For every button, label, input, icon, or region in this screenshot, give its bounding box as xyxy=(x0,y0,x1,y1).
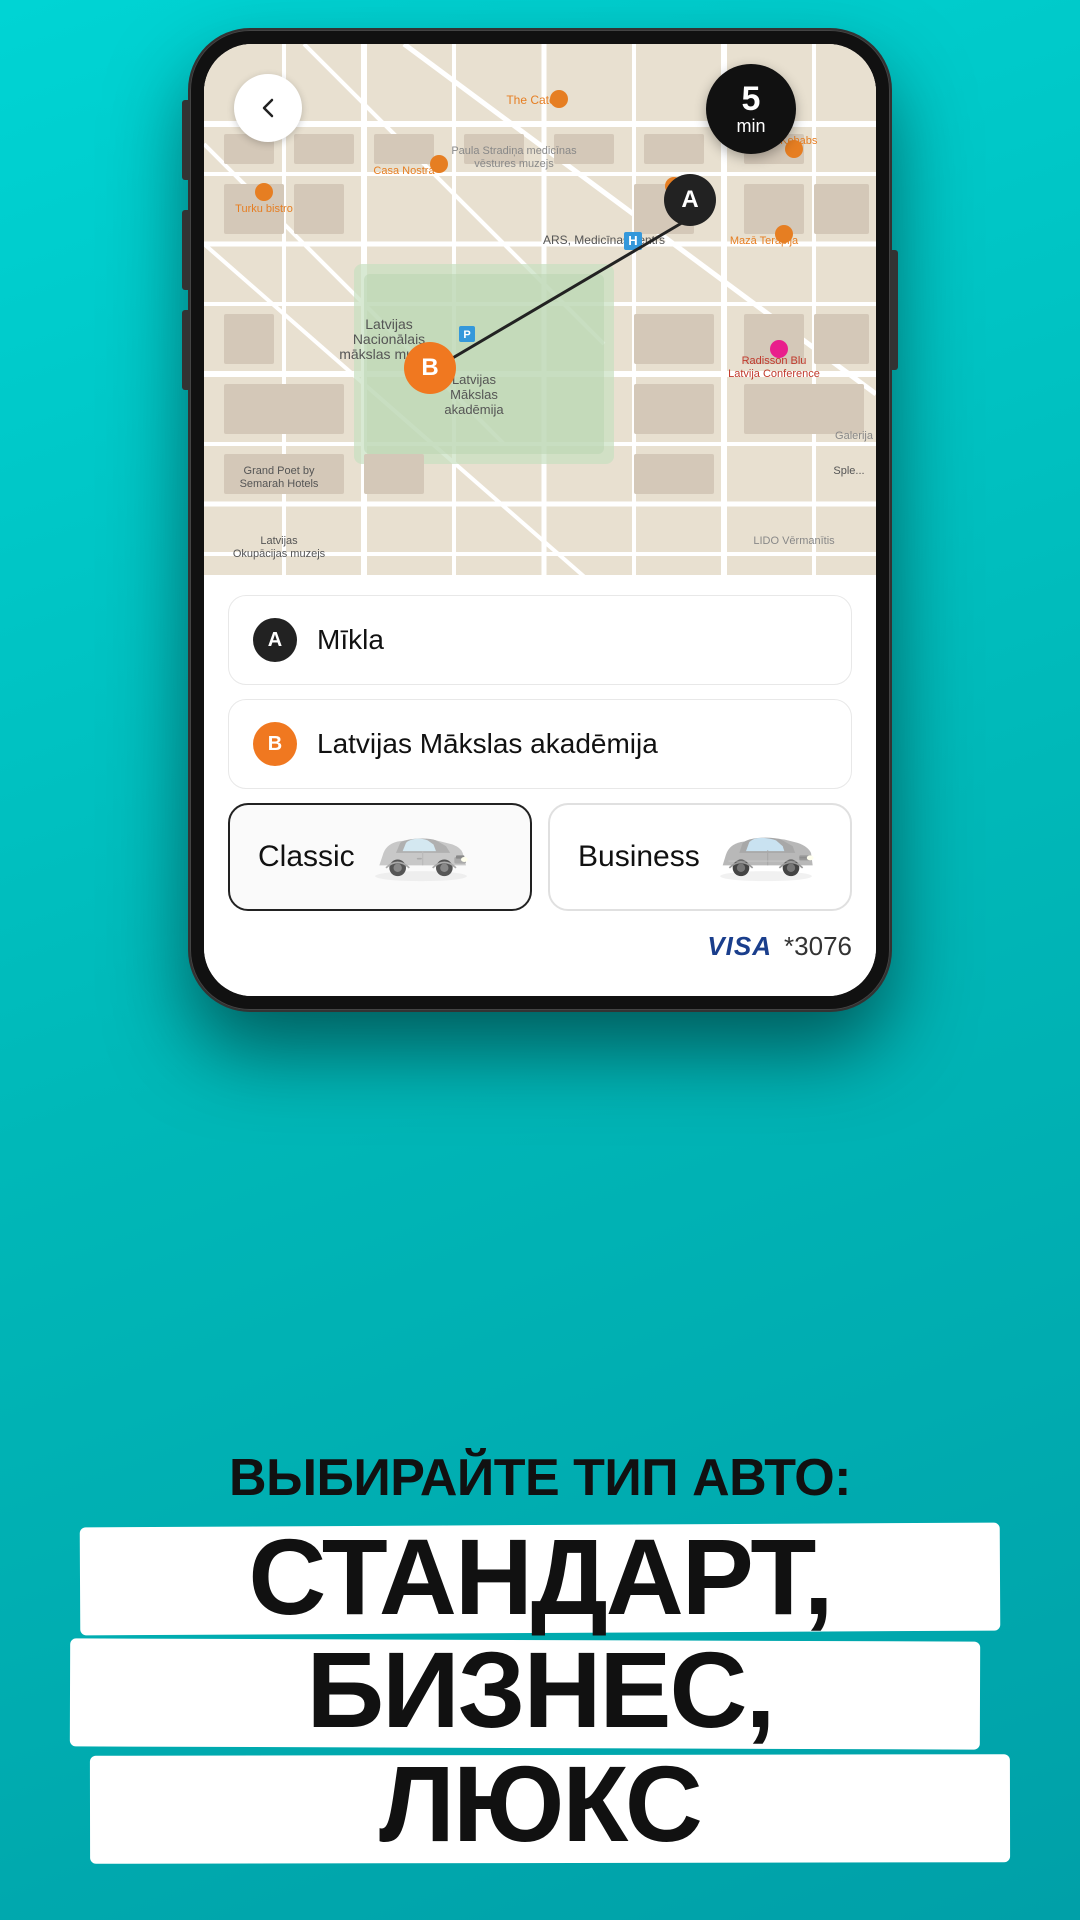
promo-line3: ЛЮКС xyxy=(60,1747,1020,1860)
svg-text:akadēmija: akadēmija xyxy=(444,402,504,417)
svg-text:H: H xyxy=(628,233,637,248)
visa-label: VISA xyxy=(707,931,772,962)
car-card-business[interactable]: Business xyxy=(548,803,852,911)
eta-unit: min xyxy=(736,116,765,137)
promo-line1: СТАНДАРТ, xyxy=(60,1520,1020,1633)
svg-text:Radisson Blu: Radisson Blu xyxy=(742,355,807,367)
svg-text:Casa Nostra: Casa Nostra xyxy=(373,165,435,177)
loc-a-letter: A xyxy=(268,629,282,652)
promo-line2: БИЗНЕС, xyxy=(60,1633,1020,1746)
eta-badge: 5 min xyxy=(706,64,796,154)
eta-number: 5 xyxy=(742,82,761,116)
location-row-b[interactable]: B Latvijas Mākslas akadēmija xyxy=(228,699,852,789)
car-type-cards: Classic xyxy=(228,803,852,911)
marker-a: A xyxy=(664,174,716,226)
svg-text:ARS, Medicīnas centrs: ARS, Medicīnas centrs xyxy=(543,233,665,247)
svg-text:Latvijas: Latvijas xyxy=(365,316,412,332)
svg-text:Galerija: Galerija xyxy=(835,430,874,442)
card-last4: *3076 xyxy=(784,931,852,962)
location-badge-b: B xyxy=(253,722,297,766)
svg-text:Sple...: Sple... xyxy=(833,465,864,477)
classic-car-icon xyxy=(371,827,471,887)
car-card-classic[interactable]: Classic xyxy=(228,803,532,911)
marker-b: B xyxy=(404,342,456,394)
svg-text:Semarah Hotels: Semarah Hotels xyxy=(240,478,319,490)
svg-text:vēstures muzejs: vēstures muzejs xyxy=(474,158,554,170)
svg-text:Latvija Conference: Latvija Conference xyxy=(728,368,820,380)
car-business-label: Business xyxy=(578,840,700,874)
svg-text:Latvijas: Latvijas xyxy=(260,535,298,547)
svg-text:Nacionālais: Nacionālais xyxy=(353,331,425,347)
svg-text:Turku bistro: Turku bistro xyxy=(235,203,293,215)
map-area: Latvijas Nacionālais mākslas muzejs Latv… xyxy=(204,44,876,594)
location-b-text: Latvijas Mākslas akadēmija xyxy=(317,728,658,760)
location-row-a[interactable]: A Mīkla xyxy=(228,595,852,685)
location-badge-a: A xyxy=(253,618,297,662)
svg-text:Mākslas: Mākslas xyxy=(450,387,498,402)
svg-text:Grand Poet by: Grand Poet by xyxy=(244,465,315,477)
svg-text:Okupācijas muzejs: Okupācijas muzejs xyxy=(233,548,326,560)
svg-text:Paula Stradiņa medicīnas: Paula Stradiņa medicīnas xyxy=(451,145,577,157)
payment-row[interactable]: VISA *3076 xyxy=(228,927,852,966)
phone-wrapper: Latvijas Nacionālais mākslas muzejs Latv… xyxy=(190,30,890,1010)
promo-text-section: ВЫБИРАЙТЕ ТИП АВТО: СТАНДАРТ, БИЗНЕС, ЛЮ… xyxy=(0,1448,1080,1860)
business-car-icon xyxy=(716,827,816,887)
svg-text:P: P xyxy=(463,329,470,341)
marker-a-letter: A xyxy=(681,186,698,214)
svg-text:LIDO Vērmanītis: LIDO Vērmanītis xyxy=(753,535,835,547)
phone-screen: Latvijas Nacionālais mākslas muzejs Latv… xyxy=(204,44,876,996)
bottom-panel: A Mīkla B Latvijas Mākslas akadēmija Cla… xyxy=(204,575,876,996)
location-a-text: Mīkla xyxy=(317,624,384,656)
phone-frame: Latvijas Nacionālais mākslas muzejs Latv… xyxy=(190,30,890,1010)
svg-text:Latvijas: Latvijas xyxy=(452,372,497,387)
car-classic-label: Classic xyxy=(258,840,355,874)
marker-b-letter: B xyxy=(421,354,438,382)
loc-b-letter: B xyxy=(268,733,282,756)
back-button[interactable] xyxy=(234,74,302,142)
promo-subtitle: ВЫБИРАЙТЕ ТИП АВТО: xyxy=(229,1449,851,1507)
